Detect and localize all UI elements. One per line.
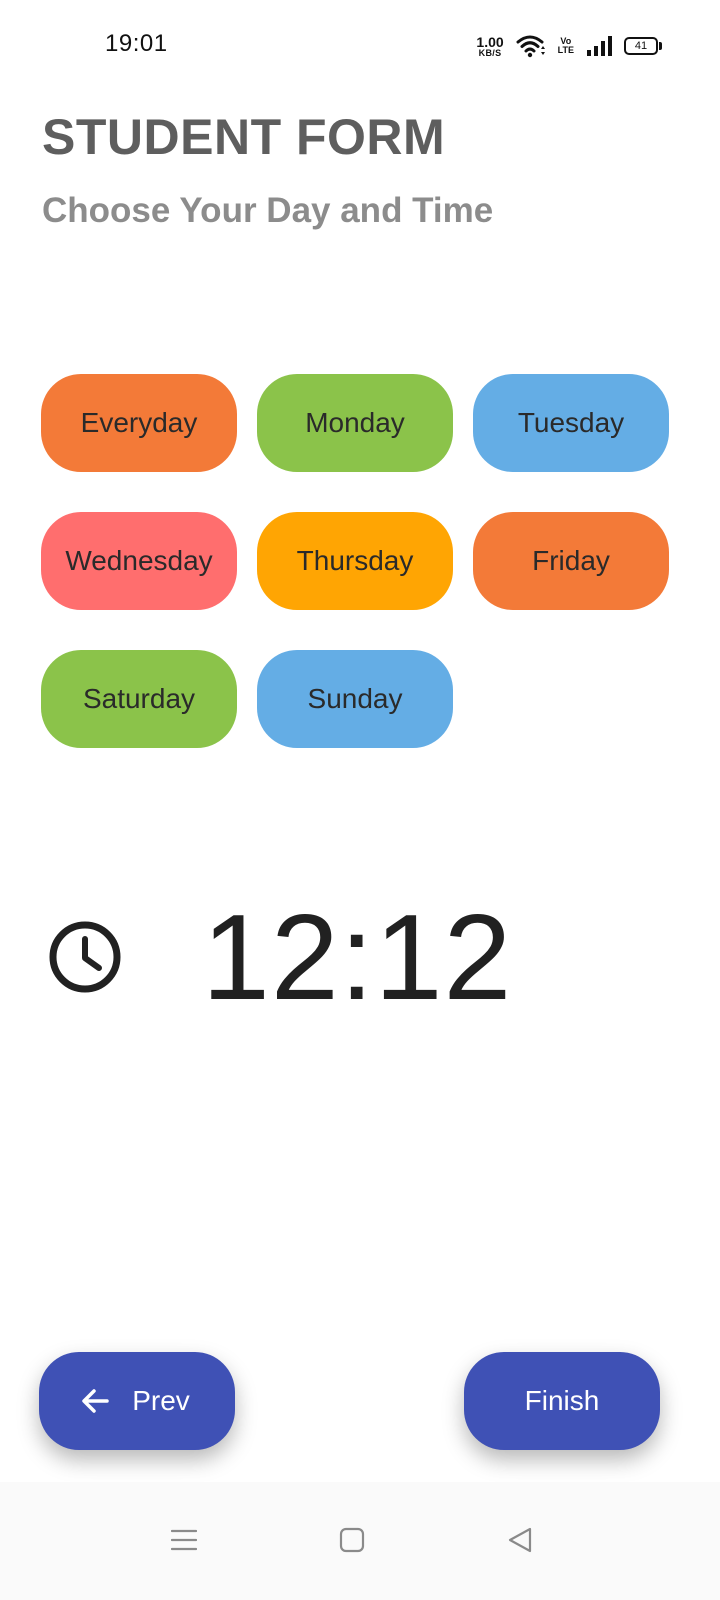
back-icon (508, 1527, 532, 1553)
volte-icon: Vo LTE (558, 37, 574, 55)
day-chip-thursday[interactable]: Thursday (257, 512, 453, 610)
arrow-left-icon (82, 1389, 109, 1413)
battery-icon: 41 (624, 37, 662, 55)
home-icon (339, 1527, 365, 1553)
day-chip-everyday[interactable]: Everyday (41, 374, 237, 472)
network-speed-unit: KB/S (478, 47, 502, 58)
system-nav-bar (0, 1482, 720, 1600)
finish-button[interactable]: Finish (464, 1352, 660, 1450)
menu-icon (171, 1529, 197, 1551)
day-chip-monday[interactable]: Monday (257, 374, 453, 472)
signal-icon (587, 36, 612, 56)
day-chip-friday[interactable]: Friday (473, 512, 669, 610)
menu-button[interactable] (154, 1510, 214, 1570)
prev-label: Prev (132, 1385, 190, 1416)
battery-tip (659, 42, 662, 50)
day-chip-saturday[interactable]: Saturday (41, 650, 237, 748)
wifi-icon (516, 35, 545, 58)
network-speed-value: 1.00 (476, 33, 504, 50)
back-button[interactable] (490, 1510, 550, 1570)
clock-icon[interactable] (47, 919, 123, 995)
time-value[interactable]: 12:12 (202, 890, 512, 1024)
battery-level: 41 (624, 37, 658, 55)
prev-button[interactable]: Prev (39, 1352, 235, 1450)
day-chip-sunday[interactable]: Sunday (257, 650, 453, 748)
home-button[interactable] (322, 1510, 382, 1570)
volte-bottom: LTE (557, 45, 574, 55)
page-title: STUDENT FORM (42, 109, 446, 165)
status-icons: 1.00 KB/S Vo LTE 41 (476, 31, 662, 61)
day-chip-wednesday[interactable]: Wednesday (41, 512, 237, 610)
day-selector: Everyday Monday Tuesday Wednesday Thursd… (41, 374, 671, 748)
status-bar: 19:01 1.00 KB/S Vo LTE 41 (0, 0, 720, 90)
page-subtitle: Choose Your Day and Time (42, 191, 494, 230)
network-speed: 1.00 KB/S (476, 35, 503, 58)
status-time: 19:01 (105, 30, 168, 57)
day-chip-tuesday[interactable]: Tuesday (473, 374, 669, 472)
